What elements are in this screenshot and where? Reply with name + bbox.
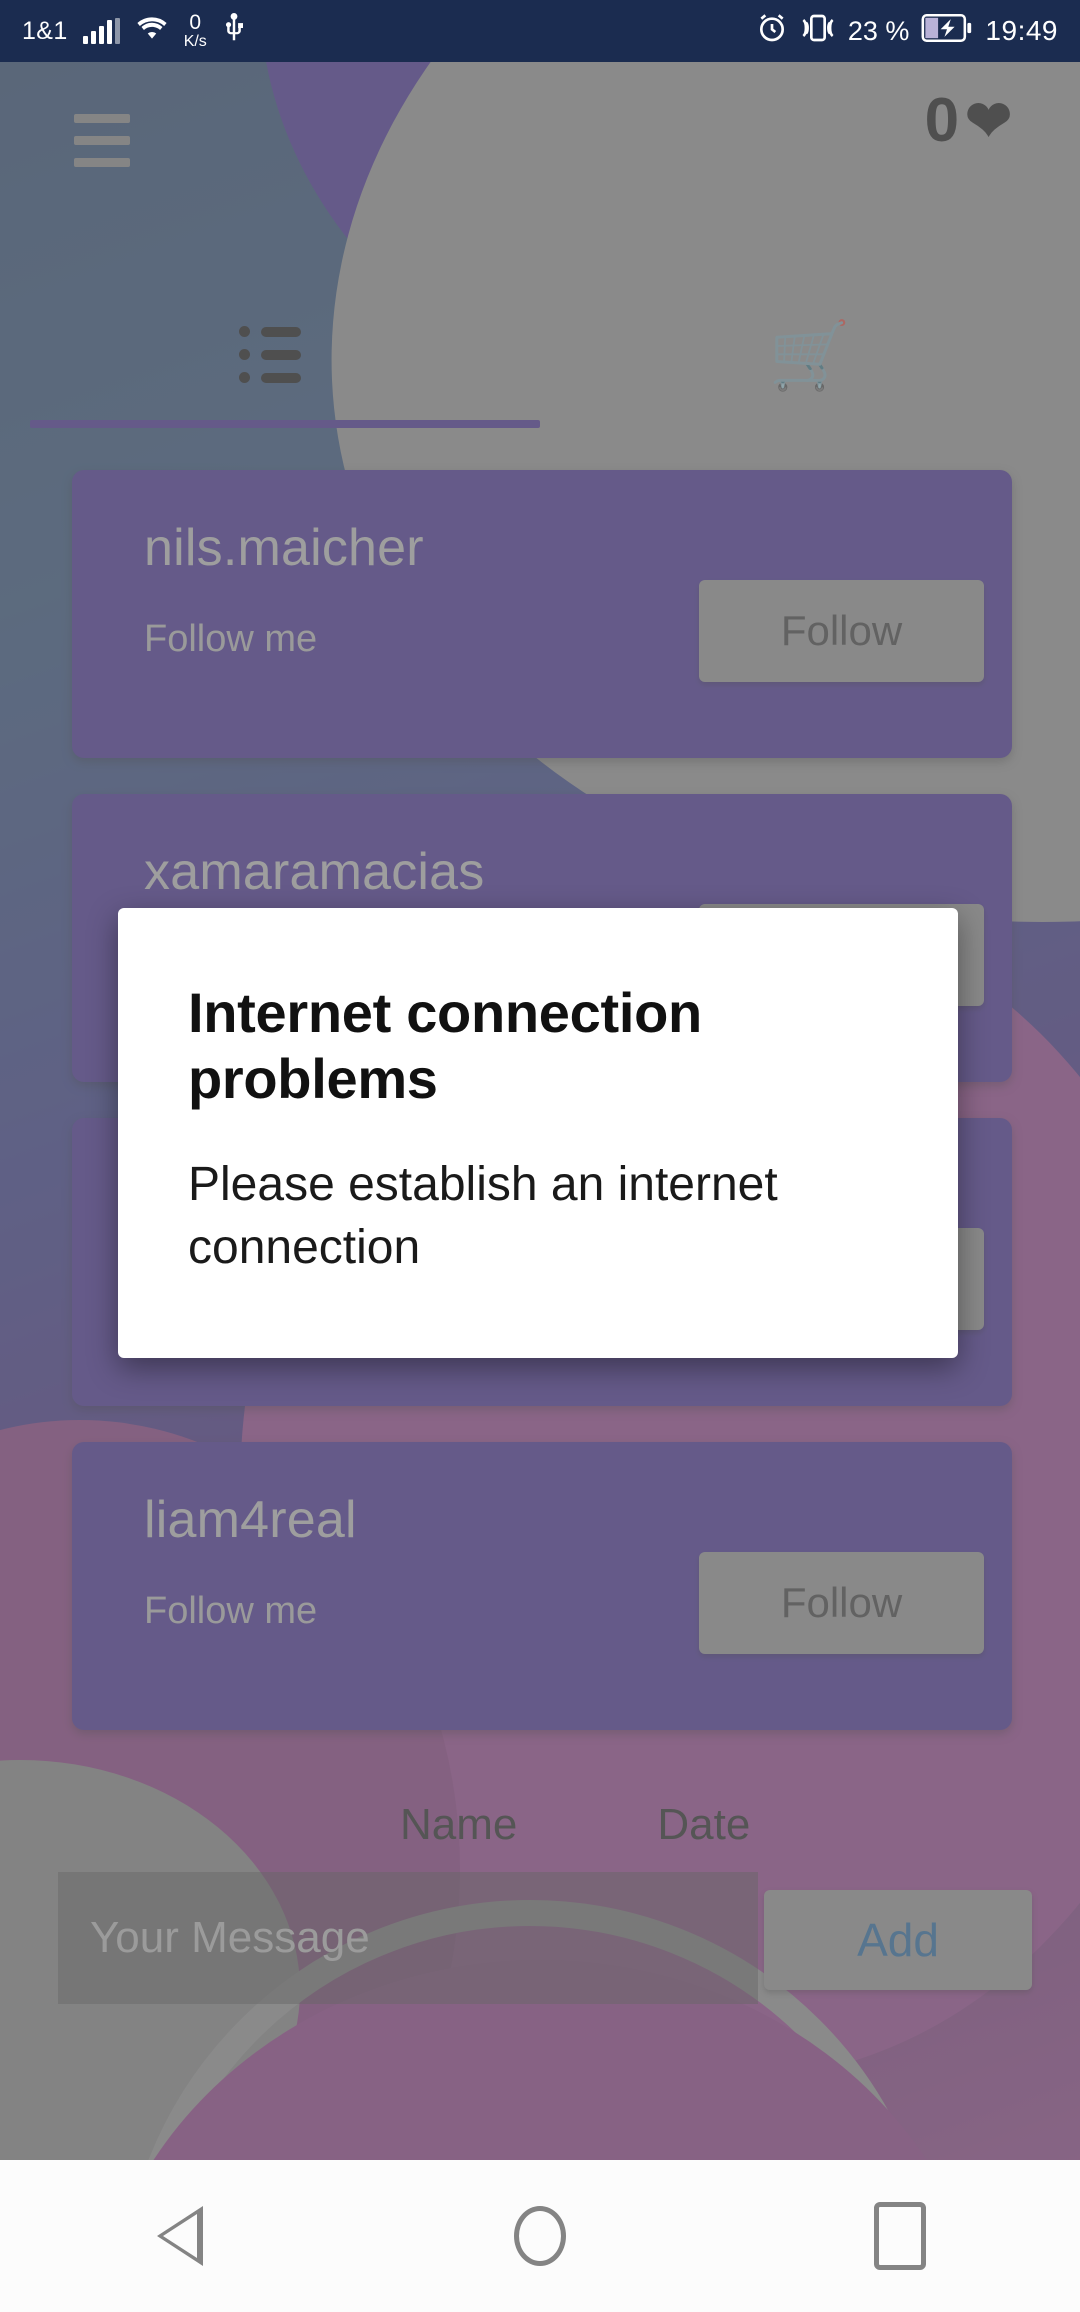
dialog-message: Please establish an internet connection	[188, 1158, 778, 1274]
phone-screen: 0 ❤ 🛒 nils.maicher Follow me Follow xama…	[0, 0, 1080, 2312]
network-speed-indicator: 0 K/s	[184, 12, 207, 50]
wifi-icon	[135, 15, 169, 48]
vibrate-icon	[800, 12, 836, 51]
signal-bars-icon	[82, 18, 120, 44]
alert-dialog: Internet connection problems Please esta…	[118, 908, 958, 1358]
usb-icon	[222, 12, 246, 50]
clock-label: 19:49	[985, 15, 1058, 46]
carrier-label: 1&1	[22, 16, 68, 45]
system-navigation-bar	[0, 2160, 1080, 2312]
network-speed-unit: K/s	[183, 33, 207, 50]
home-icon[interactable]	[450, 2160, 630, 2312]
back-icon[interactable]	[90, 2160, 270, 2312]
battery-percent: 23 %	[847, 15, 910, 46]
recents-icon[interactable]	[810, 2160, 990, 2312]
status-bar-left: 1&1 0 K/s	[22, 12, 246, 50]
status-bar-right: 23 % 19:49	[756, 12, 1058, 51]
network-speed-value: 0	[189, 11, 202, 34]
alarm-icon	[756, 12, 788, 51]
battery-charging-icon	[921, 13, 973, 49]
status-bar: 1&1 0 K/s 23 % 19:49	[0, 0, 1080, 62]
dialog-title: Internet connection problems	[188, 981, 702, 1111]
